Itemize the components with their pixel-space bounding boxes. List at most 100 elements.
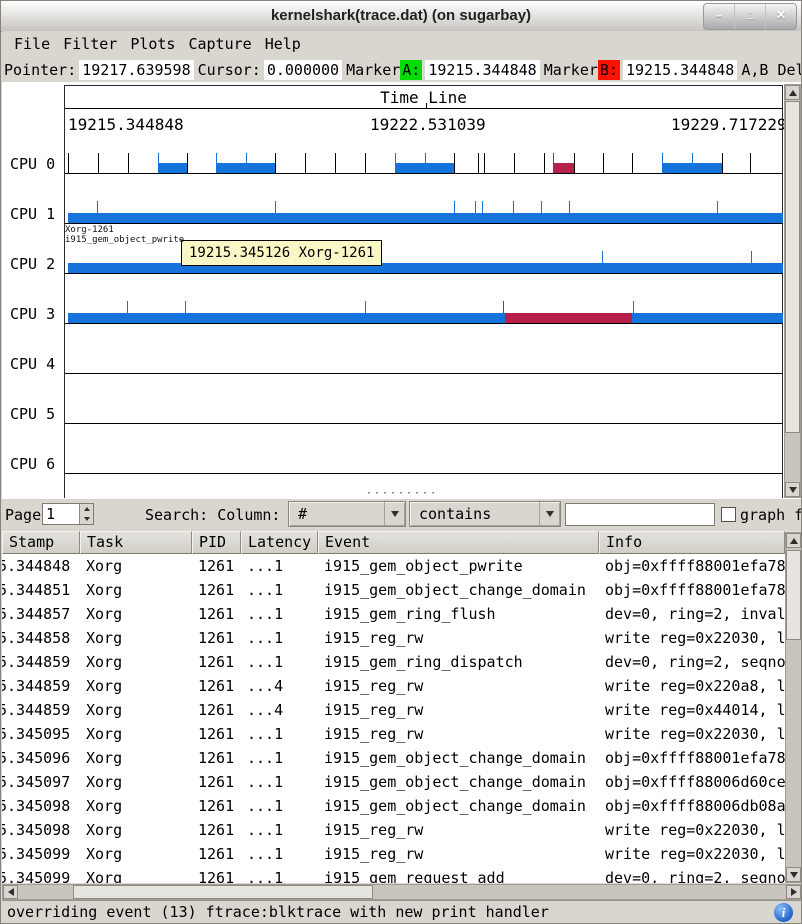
graph-follows-checkbox[interactable]	[721, 507, 736, 522]
title-bar[interactable]: kernelshark(trace.dat) (on sugarbay) –□✕	[1, 1, 801, 32]
cell-pid: 1261	[192, 578, 241, 602]
table-row[interactable]: 5.344859Xorg1261...4i915_reg_rwwrite reg…	[2, 674, 785, 698]
column-select[interactable]: #	[288, 501, 406, 527]
cell-latency: ...1	[241, 578, 318, 602]
cpu-lane-baseline-2	[65, 273, 783, 274]
event-tick	[513, 201, 514, 213]
event-tick	[602, 251, 603, 263]
table-scroll-up-button[interactable]	[786, 533, 801, 548]
timeline-bar[interactable]	[68, 263, 783, 273]
column-header-pid[interactable]: PID	[192, 531, 241, 554]
timeline-bar[interactable]	[632, 313, 783, 323]
table-row[interactable]: 5.344848Xorg1261...1i915_gem_object_pwri…	[2, 554, 785, 578]
cell-stamp: 5.344859	[2, 650, 80, 674]
scroll-right-button[interactable]	[786, 885, 801, 899]
table-row[interactable]: 5.345099Xorg1261...1i915_reg_rwwrite reg…	[2, 842, 785, 866]
cell-task: Xorg	[80, 842, 192, 866]
event-tick	[484, 153, 485, 173]
cell-task: Xorg	[80, 770, 192, 794]
timeline-bar[interactable]	[158, 163, 187, 173]
table-row[interactable]: 5.344858Xorg1261...1i915_reg_rwwrite reg…	[2, 626, 785, 650]
menu-bar: File Filter Plots Capture Help	[2, 31, 802, 57]
cell-task: Xorg	[80, 554, 192, 578]
timeline-bar[interactable]	[505, 313, 632, 323]
table-row[interactable]: 5.345096Xorg1261...1i915_gem_object_chan…	[2, 746, 785, 770]
cursor-label: Cursor:	[198, 61, 261, 79]
cell-stamp: 5.344848	[2, 554, 80, 578]
cell-pid: 1261	[192, 602, 241, 626]
menu-item-capture[interactable]: Capture	[188, 35, 251, 53]
timeline-bar[interactable]	[553, 163, 574, 173]
cell-task: Xorg	[80, 602, 192, 626]
event-tick	[603, 153, 604, 173]
cell-event: i915_gem_ring_flush	[318, 602, 599, 626]
cell-pid: 1261	[192, 722, 241, 746]
pane-grip-icon[interactable]	[1, 490, 802, 499]
event-tick	[478, 153, 479, 173]
scroll-left-button[interactable]	[3, 885, 18, 899]
menu-item-file[interactable]: File	[14, 35, 50, 53]
column-header-stamp[interactable]: Stamp	[2, 531, 80, 554]
graph-scroll-up-button[interactable]	[785, 85, 800, 100]
timeline-bar[interactable]	[68, 213, 783, 223]
match-select[interactable]: contains	[409, 501, 561, 527]
timeline-bar[interactable]	[395, 163, 454, 173]
timeline-bar[interactable]	[68, 313, 505, 323]
table-row[interactable]: 5.345099Xorg1261...1i915_gem_request_add…	[2, 866, 785, 883]
maximize-button[interactable]: □	[734, 4, 765, 29]
event-tick	[632, 153, 633, 173]
cell-info: obj=0xffff88001efa780	[599, 554, 785, 578]
event-tick	[185, 301, 186, 313]
graph-scroll-thumb[interactable]	[785, 101, 800, 433]
table-row[interactable]: 5.345098Xorg1261...1i915_gem_object_chan…	[2, 794, 785, 818]
table-row[interactable]: 5.344857Xorg1261...1i915_gem_ring_flushd…	[2, 602, 785, 626]
delta-label: A,B Delta:	[741, 61, 802, 79]
table-vscrollbar[interactable]	[785, 532, 802, 883]
cell-event: i915_gem_object_change_domain	[318, 794, 599, 818]
search-input[interactable]	[565, 503, 715, 526]
hscroll-thumb[interactable]	[73, 885, 373, 899]
page-spinner[interactable]: 1	[42, 503, 94, 525]
table-row[interactable]: 5.344851Xorg1261...1i915_gem_object_chan…	[2, 578, 785, 602]
menu-item-plots[interactable]: Plots	[130, 35, 175, 53]
cell-info: obj=0xffff88006d60ce0	[599, 770, 785, 794]
column-header-event[interactable]: Event	[318, 531, 599, 554]
event-tick	[98, 153, 99, 173]
timeline-bar[interactable]	[662, 163, 722, 173]
spin-down-button[interactable]	[80, 514, 93, 524]
table-scroll-thumb[interactable]	[786, 550, 801, 640]
cell-pid: 1261	[192, 866, 241, 883]
event-tick	[216, 153, 217, 163]
table-row[interactable]: 5.345097Xorg1261...1i915_gem_object_chan…	[2, 770, 785, 794]
graph-vscrollbar[interactable]	[784, 84, 801, 498]
cell-latency: ...1	[241, 770, 318, 794]
info-icon[interactable]: i	[774, 903, 793, 922]
marker-a-badge[interactable]: A:	[400, 60, 422, 80]
cell-task: Xorg	[80, 650, 192, 674]
spin-down-icon	[84, 517, 90, 521]
table-row[interactable]: 5.345098Xorg1261...1i915_reg_rwwrite reg…	[2, 818, 785, 842]
table-row[interactable]: 5.344859Xorg1261...1i915_gem_ring_dispat…	[2, 650, 785, 674]
column-header-task[interactable]: Task	[80, 531, 192, 554]
minimize-button[interactable]: –	[704, 4, 734, 29]
column-header-info[interactable]: Info	[599, 531, 785, 554]
column-header-latency[interactable]: Latency	[241, 531, 318, 554]
cell-latency: ...1	[241, 746, 318, 770]
spin-up-button[interactable]	[80, 504, 93, 514]
status-bar: overriding event (13) ftrace:blktrace wi…	[2, 900, 802, 924]
app-window: kernelshark(trace.dat) (on sugarbay) –□✕…	[0, 0, 802, 924]
timeline-bar[interactable]	[216, 163, 275, 173]
table-row[interactable]: 5.345095Xorg1261...1i915_reg_rwwrite reg…	[2, 722, 785, 746]
event-tick	[365, 153, 366, 173]
cpu-lane-baseline-0	[65, 173, 783, 174]
close-button[interactable]: ✕	[765, 4, 796, 29]
table-row[interactable]: 5.344859Xorg1261...4i915_reg_rwwrite reg…	[2, 698, 785, 722]
timeline-plot-area[interactable]: Time Line 19215.344848 19222.531039 1922…	[2, 82, 802, 499]
menu-item-filter[interactable]: Filter	[63, 35, 117, 53]
table-scroll-down-button[interactable]	[786, 867, 801, 882]
marker-info-bar: Pointer: 19217.639598 Cursor: 0.000000 M…	[2, 57, 802, 83]
marker-b-badge[interactable]: B:	[598, 60, 620, 80]
event-tick	[717, 201, 718, 213]
menu-item-help[interactable]: Help	[265, 35, 301, 53]
table-hscrollbar[interactable]	[2, 884, 802, 900]
